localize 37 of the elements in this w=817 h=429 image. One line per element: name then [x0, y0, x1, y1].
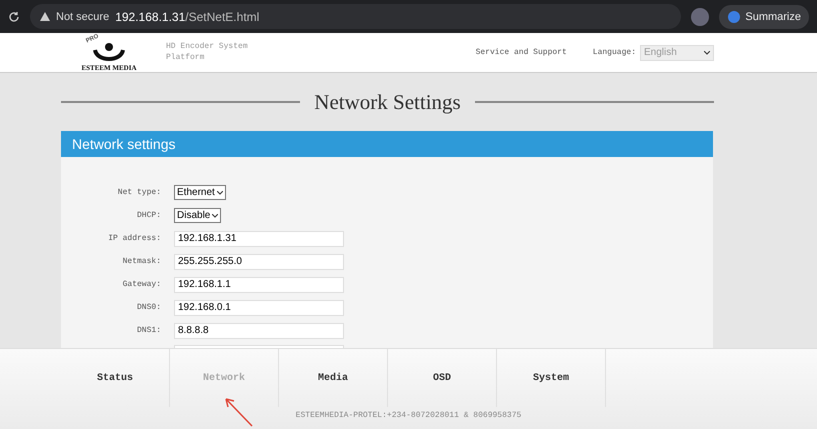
- url-host: 192.168.1.31: [115, 10, 186, 24]
- chevron-icon: [216, 190, 223, 194]
- chevron-icon: [212, 214, 218, 218]
- field-label: DNS0:: [136, 303, 161, 312]
- logo-figure-icon: [92, 42, 126, 64]
- nav-tab[interactable]: Media: [279, 349, 388, 407]
- input-field[interactable]: 192.168.0.1: [174, 300, 344, 316]
- platform-subtitle: HD Encoder System Platform: [166, 42, 249, 63]
- input-field[interactable]: 255.255.255.0: [174, 254, 344, 270]
- reload-icon[interactable]: [8, 10, 20, 22]
- url-path: /SetNetE.html: [185, 10, 260, 24]
- field-label: Netmask:: [122, 257, 161, 266]
- chevron-icon: [704, 50, 710, 54]
- field-label: Gateway:: [122, 280, 161, 289]
- nav-tab[interactable]: OSD: [388, 349, 497, 407]
- nav-tab[interactable]: System: [497, 349, 606, 407]
- field-label: DHCP:: [136, 211, 161, 220]
- language-label: Language:: [592, 48, 636, 57]
- security-label: Not secure: [56, 10, 110, 22]
- input-field[interactable]: 8.8.8.8: [174, 322, 344, 338]
- warning-icon: [40, 12, 50, 21]
- support-link[interactable]: Service and Support: [476, 48, 567, 57]
- panel-header: Network settings: [61, 131, 713, 157]
- select-field[interactable]: Ethernet: [174, 185, 226, 200]
- field-label: Net type:: [116, 188, 161, 197]
- input-field[interactable]: 192.168.1.31: [174, 230, 344, 246]
- address-bar[interactable]: Not secure 192.168.1.31/SetNetE.html: [30, 4, 682, 29]
- footer-text: ESTEEMHEDIA-PROTEL:+234-8072028011 & 8069958375: [296, 411, 522, 420]
- summarize-button[interactable]: Summarize: [719, 4, 809, 28]
- field-label: DNS1:: [136, 326, 161, 335]
- profile-avatar-icon[interactable]: [691, 8, 710, 26]
- input-field[interactable]: 192.168.1.1: [174, 276, 344, 292]
- page-title: Network Settings: [314, 90, 461, 114]
- select-field[interactable]: Disable: [174, 208, 222, 223]
- nav-tab[interactable]: Status: [61, 349, 170, 407]
- field-label: IP address:: [107, 234, 161, 243]
- copilot-icon: [727, 10, 742, 24]
